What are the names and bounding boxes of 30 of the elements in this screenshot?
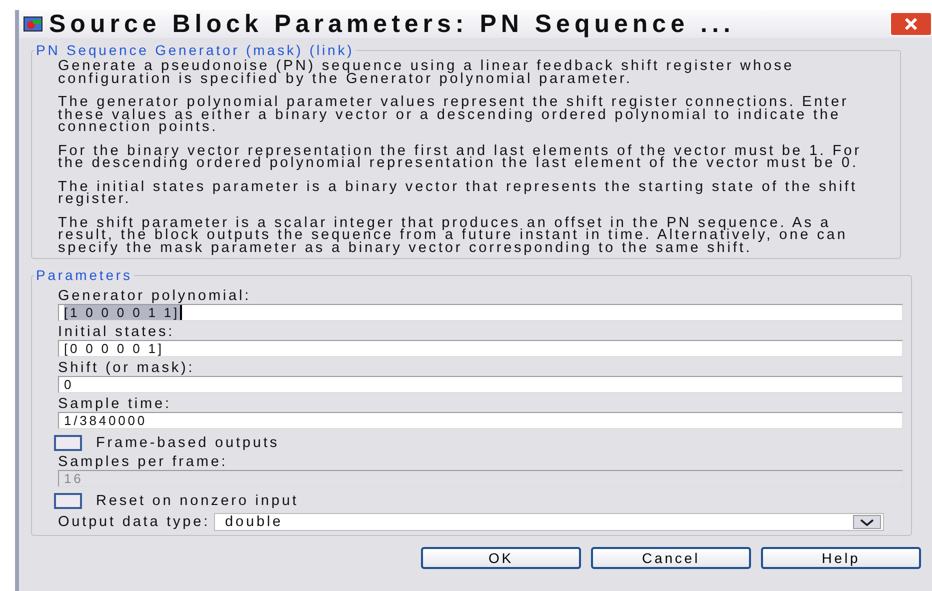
dialog-button[interactable]: Cancel [591, 547, 751, 569]
description-paragraph: The shift parameter is a scalar integer that produces an offset in the PN sequence. As a result, the block outputs the sequence from a future instant in time. Alternatively, one can specify the mask parameter as a binary vector corresponding to the same shift. [58, 216, 849, 254]
field-label: Initial states: [58, 326, 176, 339]
dialog-button[interactable]: OK [421, 547, 581, 569]
field-label: Sample time: [58, 398, 172, 411]
app-icon [23, 16, 43, 32]
description-paragraph: Generate a pseudonoise (PN) sequence using a linear feedback shift register whose configuration is specified by the Generator polynomial parameter. [58, 60, 796, 85]
input-field[interactable]: [1 0 0 0 0 1 1] [58, 304, 903, 321]
group-legend: PN Sequence Generator (mask) (link) [34, 42, 356, 58]
field-label: Output data type: [58, 514, 210, 530]
input-field[interactable]: [0 0 0 0 0 1] [58, 340, 903, 357]
description-paragraph: For the binary vector representation the first and last elements of the vector must be 1. For the descending ordered polynomial representation the last element of the vector must be 0. [58, 144, 862, 170]
close-button[interactable] [890, 12, 932, 36]
window-title: Source Block Parameters: PN Sequence ... [49, 10, 735, 38]
dialog-button[interactable]: Help [761, 547, 921, 569]
description-paragraph: The initial states parameter is a binary vector that represents the starting state of the shift register. [58, 180, 858, 206]
input-field[interactable]: 1/3840000 [58, 412, 903, 429]
checkbox-label: Frame-based outputs [96, 435, 280, 451]
group-legend: Parameters [34, 267, 134, 283]
checkbox[interactable] [54, 493, 82, 509]
description-paragraph: The generator polynomial parameter values represent the shift register connections. Enter these values as either a binary vector or a descending ordered polynomial to indicate the connection points. [58, 96, 850, 134]
checkbox[interactable] [54, 435, 82, 451]
checkbox-label: Reset on nonzero input [96, 493, 299, 509]
caret-icon [860, 518, 874, 526]
input-field[interactable]: 0 [58, 376, 903, 393]
dropdown[interactable]: double [214, 513, 884, 531]
close-icon [904, 17, 918, 31]
field-label: Samples per frame: [58, 456, 229, 469]
field-label: Generator polynomial: [58, 290, 252, 303]
field-label: Shift (or mask): [58, 362, 196, 375]
